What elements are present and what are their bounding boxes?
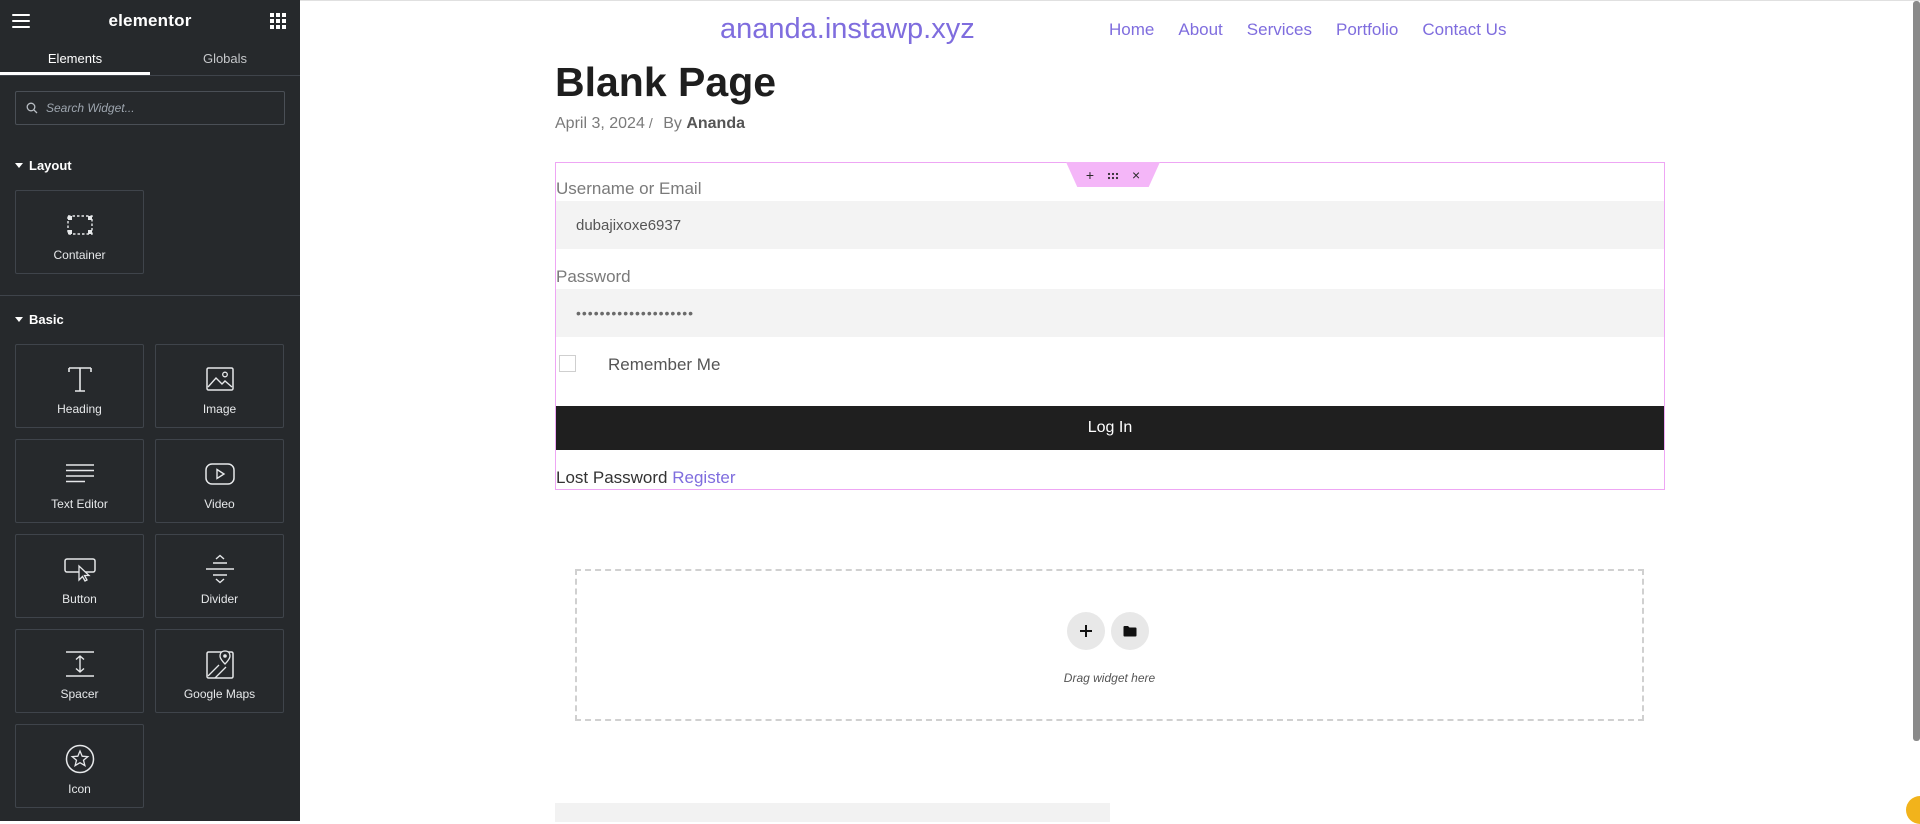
section-layout-title: Layout <box>29 158 72 173</box>
widget-search <box>15 91 285 125</box>
spacer-icon <box>65 647 95 681</box>
apps-grid-icon[interactable] <box>270 13 286 29</box>
nav-about[interactable]: About <box>1178 20 1222 40</box>
username-label: Username or Email <box>556 179 702 198</box>
widget-label: Icon <box>68 782 91 796</box>
password-input[interactable]: •••••••••••••••••••• <box>556 289 1664 337</box>
widget-label: Google Maps <box>183 687 256 701</box>
form-links: Lost Password Register <box>556 468 736 488</box>
text-editor-icon <box>65 457 95 491</box>
video-icon <box>204 457 235 491</box>
widget-google-maps[interactable]: Google Maps <box>155 629 284 713</box>
preview-canvas: ananda.instawp.xyz Home About Services P… <box>300 0 1920 824</box>
username-input[interactable] <box>556 201 1664 249</box>
widget-spacer[interactable]: Spacer <box>15 629 144 713</box>
section-basic-title: Basic <box>29 312 64 327</box>
sidebar-header: elementor <box>0 0 300 42</box>
widget-label: Text Editor <box>51 497 108 511</box>
next-section-column <box>1110 803 1665 822</box>
section-divider <box>0 295 300 296</box>
drag-handle-icon[interactable] <box>1107 168 1119 182</box>
widget-label: Spacer <box>60 687 99 701</box>
widget-label: Image <box>202 402 237 416</box>
widget-label: Button <box>62 592 97 606</box>
container-icon <box>66 208 93 242</box>
add-section-button[interactable] <box>1067 612 1105 650</box>
elementor-sidebar: elementor Elements Globals Layout Contai… <box>0 0 300 821</box>
password-label: Password <box>556 267 631 286</box>
caret-down-icon <box>15 317 23 322</box>
widget-heading[interactable]: Heading <box>15 344 144 428</box>
star-icon <box>65 742 95 776</box>
page-title: Blank Page <box>555 59 777 105</box>
widget-label: Divider <box>200 592 239 606</box>
tab-globals[interactable]: Globals <box>150 42 300 75</box>
remember-me-label[interactable]: Remember Me <box>608 355 720 375</box>
login-widget[interactable]: + × Username or Email Password •••••••••… <box>555 162 1665 490</box>
plus-icon <box>1080 625 1092 637</box>
image-icon <box>205 362 234 396</box>
drop-zone-actions <box>1067 612 1149 650</box>
site-title[interactable]: ananda.instawp.xyz <box>720 13 975 46</box>
nav-services[interactable]: Services <box>1247 20 1312 40</box>
widget-video[interactable]: Video <box>155 439 284 523</box>
nav-contact-us[interactable]: Contact Us <box>1422 20 1506 40</box>
button-icon <box>63 552 96 586</box>
widget-image[interactable]: Image <box>155 344 284 428</box>
section-basic-toggle[interactable]: Basic <box>0 312 79 327</box>
canvas-scrollbar[interactable] <box>1913 1 1920 741</box>
drop-zone-text: Drag widget here <box>1063 671 1156 685</box>
sidebar-tabs: Elements Globals <box>0 42 300 76</box>
heading-icon <box>66 362 94 396</box>
widget-handle: + × <box>1066 162 1160 187</box>
add-template-button[interactable] <box>1111 612 1149 650</box>
by-label: By <box>663 115 682 132</box>
next-section-preview <box>555 803 1665 822</box>
nav-home[interactable]: Home <box>1109 20 1154 40</box>
widget-label: Heading <box>57 402 102 416</box>
widget-label: Container <box>53 248 106 262</box>
register-link[interactable]: Register <box>672 468 735 487</box>
close-icon[interactable]: × <box>1132 168 1140 182</box>
caret-down-icon <box>15 163 23 168</box>
post-date: April 3, 2024 <box>555 115 645 132</box>
elementor-logo: elementor <box>108 11 192 30</box>
widget-label: Video <box>204 497 235 511</box>
folder-icon <box>1123 626 1137 637</box>
tab-elements[interactable]: Elements <box>0 42 150 75</box>
widget-icon[interactable]: Icon <box>15 724 144 808</box>
widget-text-editor[interactable]: Text Editor <box>15 439 144 523</box>
main-nav: Home About Services Portfolio Contact Us <box>1109 20 1506 40</box>
floating-badge[interactable] <box>1906 796 1920 824</box>
login-button[interactable]: Log In <box>556 406 1664 450</box>
search-widget-input[interactable] <box>46 101 266 115</box>
nav-portfolio[interactable]: Portfolio <box>1336 20 1398 40</box>
lost-password-link[interactable]: Lost Password <box>556 468 668 487</box>
google-maps-icon <box>205 647 234 681</box>
widget-drop-zone[interactable]: Drag widget here <box>575 569 1644 721</box>
post-author[interactable]: Ananda <box>686 115 745 132</box>
widget-container[interactable]: Container <box>15 190 144 274</box>
widget-divider[interactable]: Divider <box>155 534 284 618</box>
divider-icon <box>205 552 235 586</box>
menu-icon[interactable] <box>12 14 30 28</box>
widget-button[interactable]: Button <box>15 534 144 618</box>
add-icon[interactable]: + <box>1086 168 1094 182</box>
post-meta: April 3, 2024/ By Ananda <box>555 115 745 133</box>
section-layout-toggle[interactable]: Layout <box>0 158 87 173</box>
meta-separator: / <box>648 115 653 131</box>
search-icon <box>26 102 38 114</box>
remember-me-checkbox[interactable] <box>559 355 576 372</box>
